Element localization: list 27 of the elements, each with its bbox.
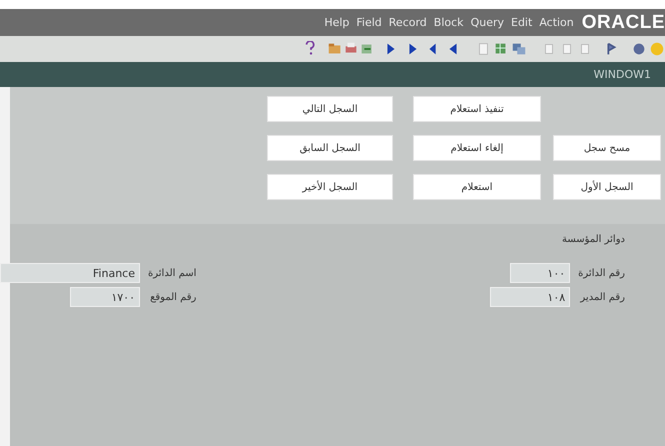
window-title: WINDOW1 (594, 68, 651, 81)
text-field[interactable]: ١٧٠٠ (70, 287, 140, 307)
menu-item[interactable]: Edit (511, 16, 532, 29)
oracle-logo: ORACLE (582, 12, 665, 34)
field-label: رقم المدير (580, 292, 625, 302)
text-field[interactable]: ١٠٨ (490, 287, 570, 307)
form-button[interactable]: إلغاء استعلام (413, 135, 541, 161)
form-button[interactable]: السجل الأول (553, 174, 661, 200)
form-button[interactable]: تنفيذ استعلام (413, 96, 541, 122)
text-field[interactable]: Finance (0, 263, 140, 283)
windows-icon[interactable] (511, 41, 527, 57)
form-button[interactable]: السجل الأخير (267, 174, 393, 200)
menu-item[interactable]: Block (434, 16, 464, 29)
menu-item[interactable]: Query (470, 16, 504, 29)
section-title: دوائر المؤسسة (561, 234, 625, 245)
menu-item[interactable]: Help (324, 16, 350, 29)
menu-item[interactable]: Record (388, 16, 427, 29)
text-field[interactable]: ١٠٠ (510, 263, 570, 283)
menu-item[interactable]: Action (539, 16, 574, 29)
field-label: اسم الدائرة (148, 268, 196, 278)
form-button[interactable]: مسح سجل (553, 135, 661, 161)
form-button[interactable]: السجل التالي (267, 96, 393, 122)
form-button[interactable]: استعلام (413, 174, 541, 200)
field-label: رقم الدائرة (578, 268, 625, 278)
form-button[interactable]: السجل السابق (267, 135, 393, 161)
menu-item[interactable]: Field (356, 16, 382, 29)
field-label: رقم الموقع (150, 292, 196, 302)
